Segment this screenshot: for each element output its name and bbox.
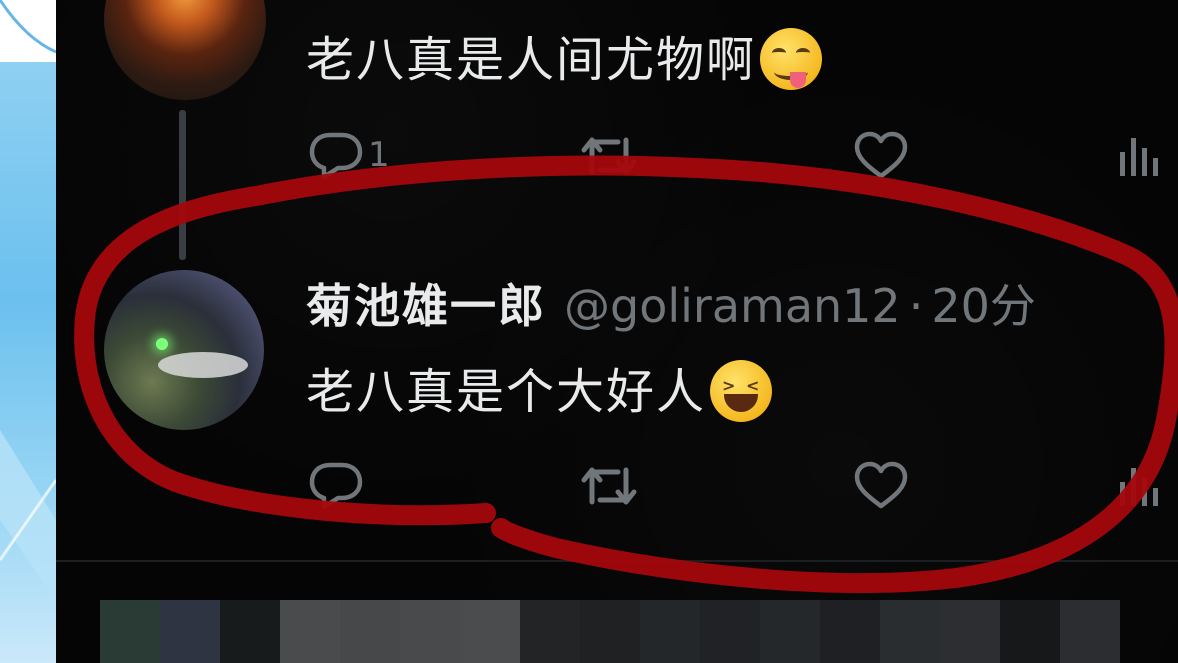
screenshot: 老八真是人间尤物啊 1 菊池雄一郎 @goliraman12 · 20分 老八真… [0,0,1178,663]
pixel-block [100,600,160,663]
pixel-block [1000,600,1060,663]
pixel-block [460,600,520,663]
reply-icon [309,132,363,180]
thread-connector-line [179,110,186,260]
separator: · [908,279,924,333]
pixel-block [400,600,460,663]
user-handle[interactable]: @goliraman12 [564,279,901,333]
divider [56,560,1178,562]
retweet-icon [581,467,637,505]
views-icon [1120,468,1158,506]
laughing-emoji: > < [710,360,773,422]
pixel-block [520,600,580,663]
heart-icon [854,131,908,179]
yum-emoji [760,28,823,90]
pixel-block [760,600,820,663]
retweet-icon [581,137,637,175]
tweet-text: 老八真是个大好人 > < [306,352,773,426]
reply-icon [309,462,363,510]
pixel-block [700,600,760,663]
pixel-block [280,600,340,663]
reply-count: 1 [368,135,390,175]
views-button[interactable] [1114,460,1164,510]
like-button[interactable] [852,460,910,512]
pixelated-strip [100,600,1120,663]
views-icon [1120,138,1158,176]
views-button[interactable] [1114,130,1164,180]
tweet-thread: 老八真是人间尤物啊 1 菊池雄一郎 @goliraman12 · 20分 老八真… [56,0,1178,663]
like-button[interactable] [852,130,910,182]
pixel-block [340,600,400,663]
reply-button[interactable]: 1 [308,130,390,180]
pixel-block [940,600,1000,663]
pixel-block [880,600,940,663]
tweet-header: 菊池雄一郎 @goliraman12 · 20分 [306,270,1036,336]
pixel-block [220,600,280,663]
pixel-block [820,600,880,663]
pixel-block [1060,600,1120,663]
side-decoration [0,0,56,663]
avatar[interactable] [104,0,266,100]
pixel-block [160,600,220,663]
retweet-button[interactable] [578,460,640,512]
pixel-block [580,600,640,663]
timestamp[interactable]: 20分 [931,279,1036,333]
reply-button[interactable] [308,460,364,510]
retweet-button[interactable] [578,130,640,182]
avatar[interactable] [104,270,264,430]
pixel-block [640,600,700,663]
heart-icon [854,461,908,509]
tweet-text: 老八真是人间尤物啊 [306,20,823,94]
display-name[interactable]: 菊池雄一郎 [306,279,546,333]
